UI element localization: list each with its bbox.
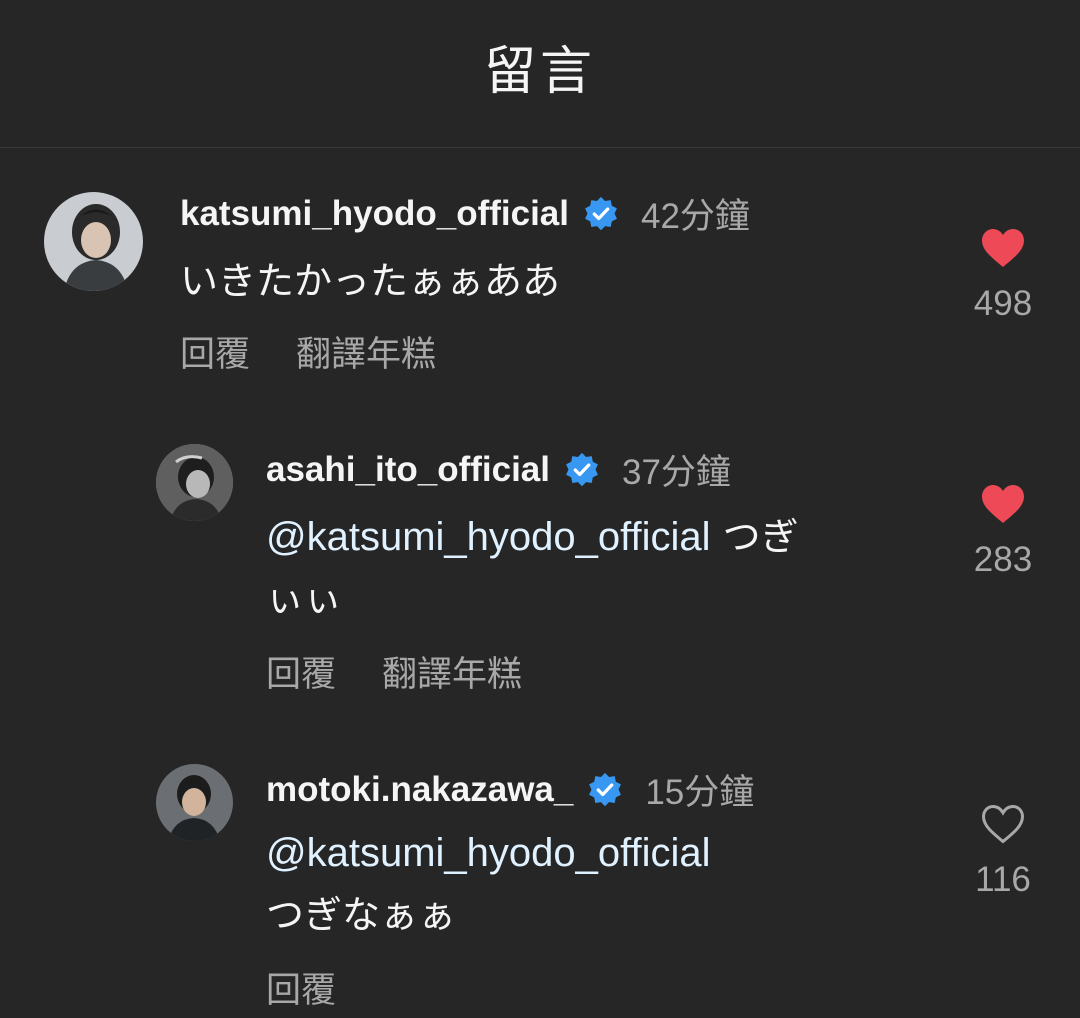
reply-button[interactable]: 回覆 — [180, 326, 250, 377]
like-button[interactable]: 116 — [943, 804, 1063, 900]
comment-text: @katsumi_hyodo_official つぎぃぃ — [266, 506, 826, 630]
mention-link[interactable]: @katsumi_hyodo_official — [266, 515, 711, 559]
mention-link[interactable]: @katsumi_hyodo_official — [266, 831, 711, 875]
like-button[interactable]: 283 — [943, 484, 1063, 580]
avatar[interactable] — [44, 192, 143, 291]
heart-outline-icon[interactable] — [981, 804, 1025, 844]
reply-button[interactable]: 回覆 — [266, 962, 336, 1013]
reply-button[interactable]: 回覆 — [266, 646, 336, 697]
comment-text: いきたかったぁぁああ — [180, 250, 740, 312]
comment-actions: 回覆 翻譯年糕 — [266, 646, 522, 697]
translate-button[interactable]: 翻譯年糕 — [382, 646, 522, 697]
heart-filled-icon[interactable] — [981, 228, 1025, 268]
comment-actions: 回覆 — [266, 962, 336, 1013]
page-title: 留言 — [483, 42, 596, 102]
like-count: 283 — [973, 540, 1033, 579]
comment-text: @katsumi_hyodo_official つぎなぁぁ — [266, 822, 786, 946]
verified-badge-icon — [587, 772, 623, 808]
comments-header: 留言 — [0, 0, 1080, 148]
timestamp: 15分鐘 — [645, 773, 755, 812]
username[interactable]: asahi_ito_official — [266, 450, 550, 490]
comment-header: motoki.nakazawa_ 15分鐘 — [266, 764, 754, 815]
comment-header: katsumi_hyodo_official 42分鐘 — [180, 188, 750, 239]
avatar[interactable] — [156, 444, 233, 521]
timestamp: 42分鐘 — [640, 197, 750, 236]
heart-filled-icon[interactable] — [981, 484, 1025, 524]
comment-actions: 回覆 翻譯年糕 — [180, 326, 436, 377]
avatar[interactable] — [156, 764, 233, 841]
username[interactable]: motoki.nakazawa_ — [266, 770, 573, 810]
like-count: 116 — [975, 860, 1031, 899]
comment-header: asahi_ito_official 37分鐘 — [266, 444, 731, 495]
verified-badge-icon — [583, 196, 619, 232]
timestamp: 37分鐘 — [621, 453, 731, 492]
comment-body: つぎなぁぁ — [266, 893, 457, 937]
verified-badge-icon — [564, 452, 600, 488]
username[interactable]: katsumi_hyodo_official — [180, 194, 569, 234]
like-button[interactable]: 498 — [943, 228, 1063, 324]
like-count: 498 — [973, 284, 1033, 323]
translate-button[interactable]: 翻譯年糕 — [296, 326, 436, 377]
comment-body: いきたかったぁぁああ — [180, 259, 561, 303]
